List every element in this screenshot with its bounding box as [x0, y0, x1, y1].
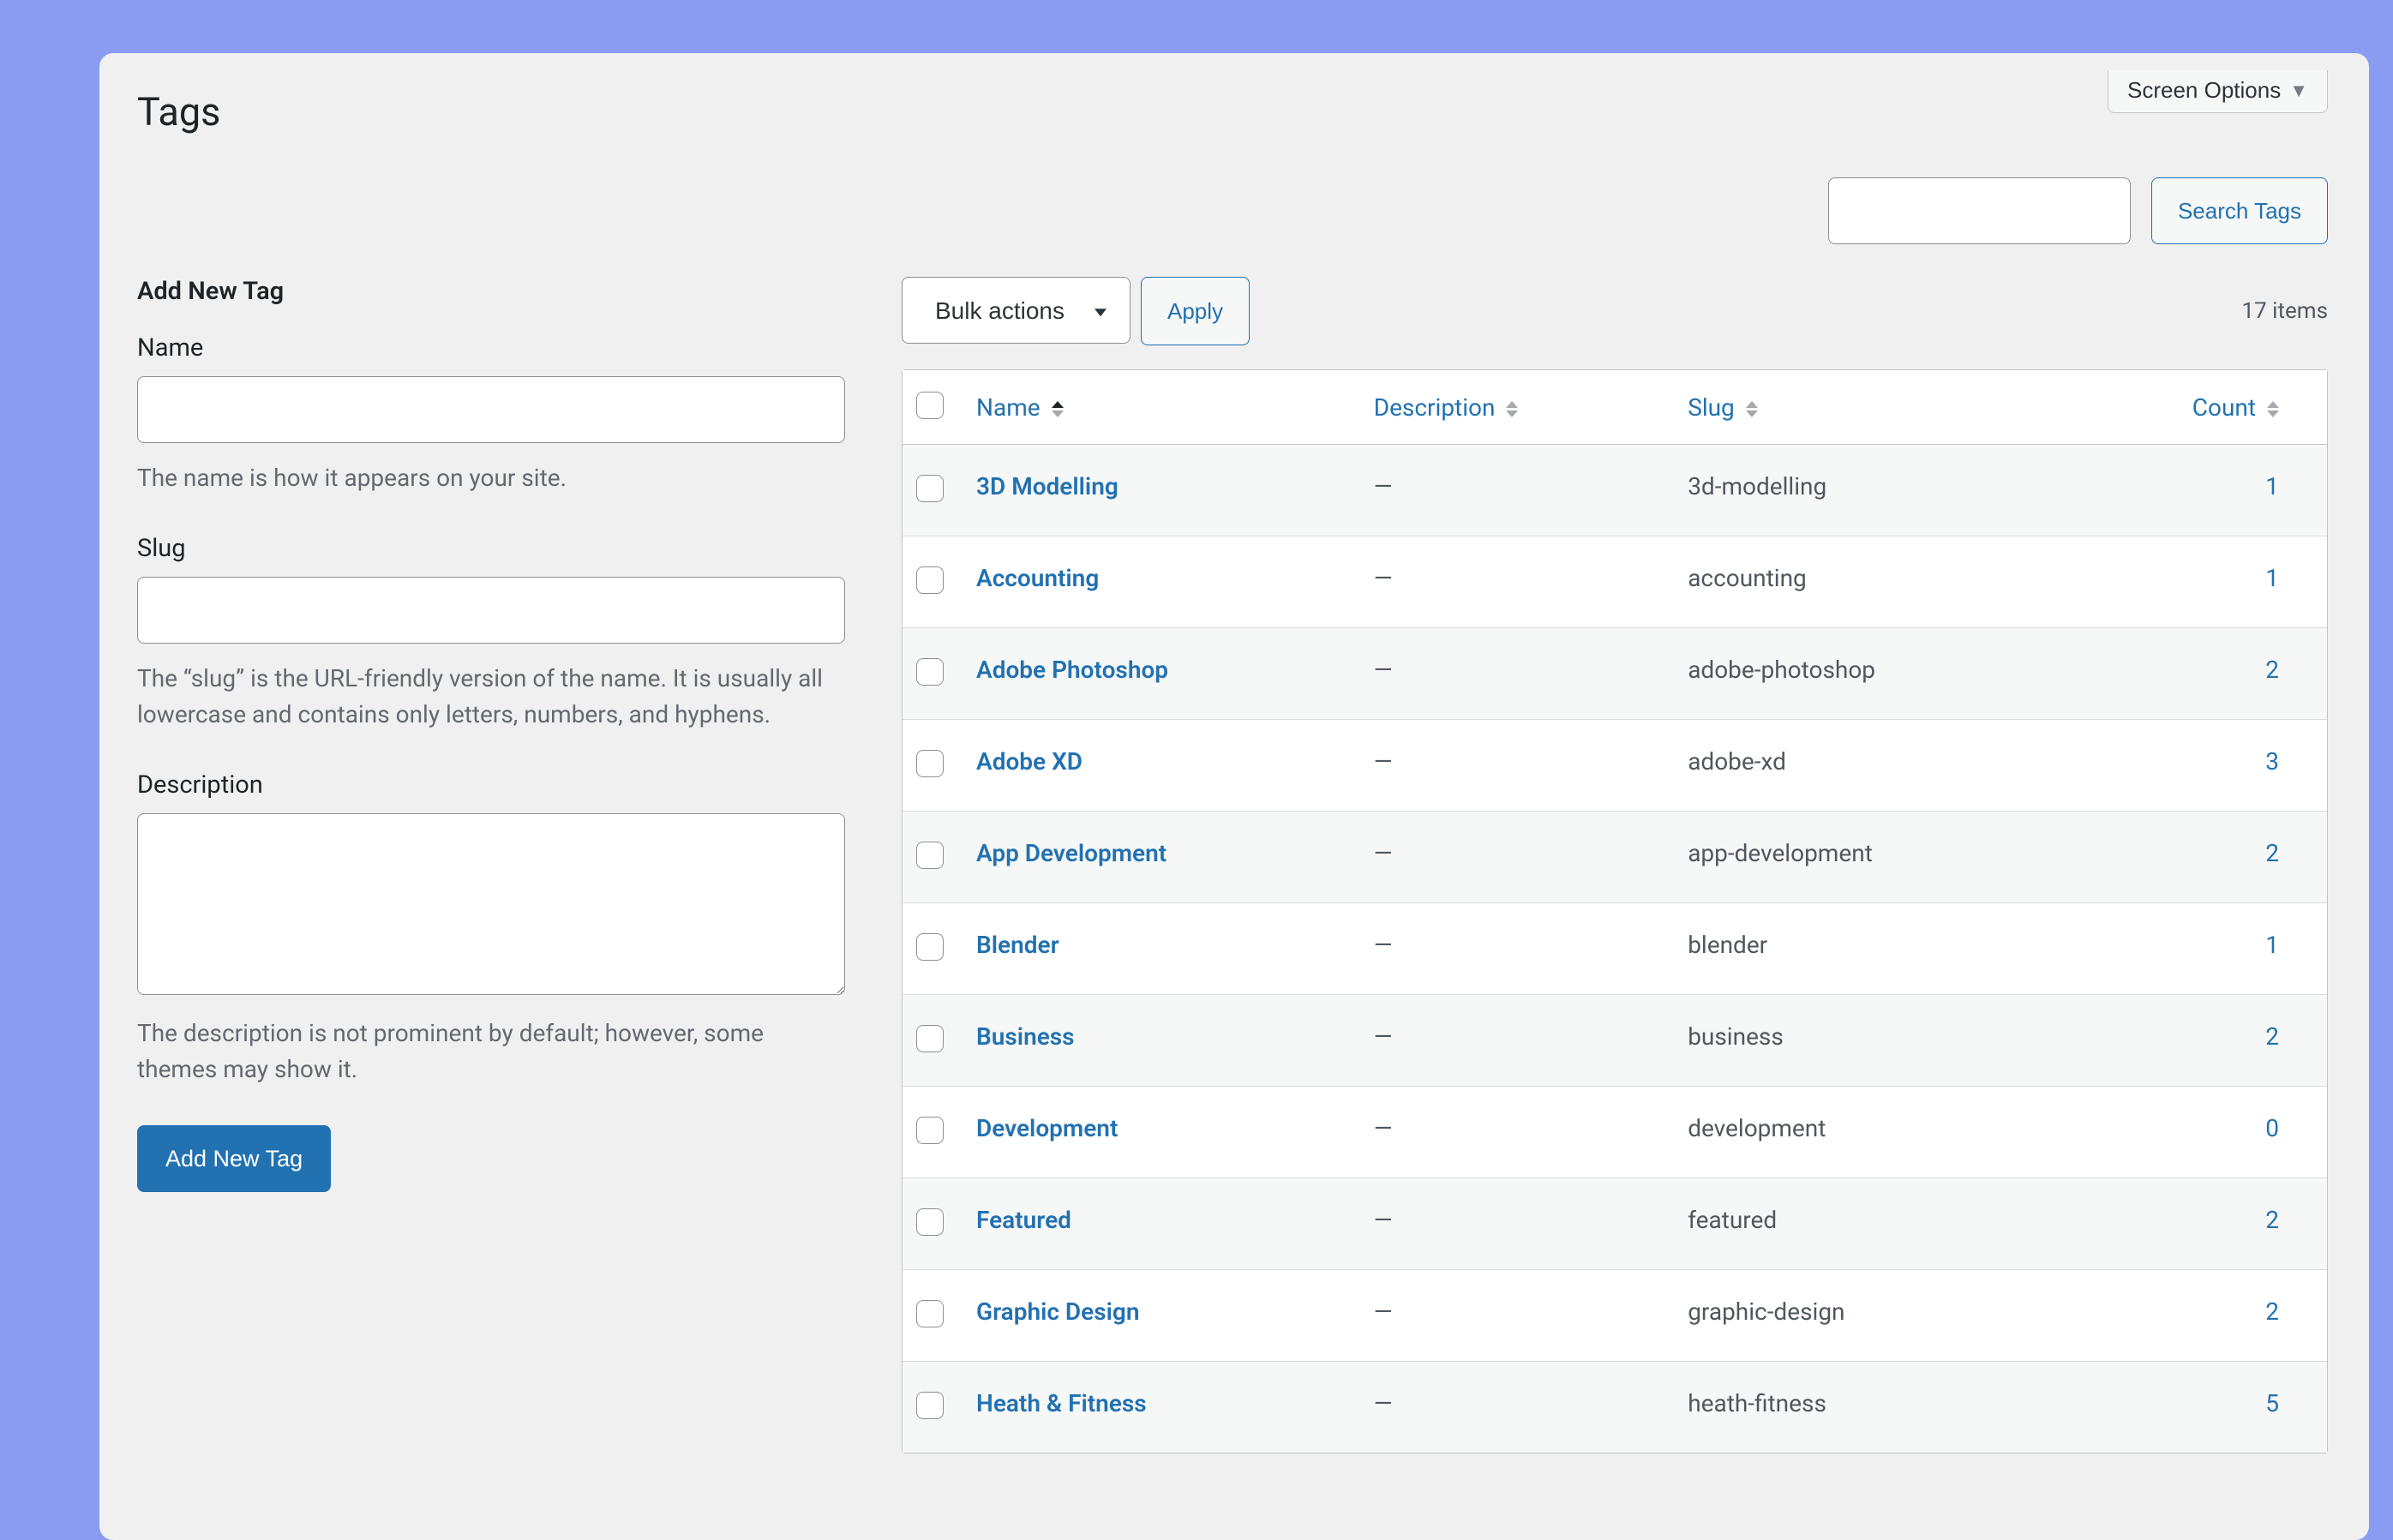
row-checkbox[interactable] — [916, 566, 944, 594]
row-description: — — [1374, 472, 1393, 500]
row-name-link[interactable]: Development — [976, 1114, 1118, 1142]
screen-options-label: Screen Options — [2127, 77, 2281, 104]
row-checkbox[interactable] — [916, 1392, 944, 1419]
table-row: Heath & Fitness — heath-fitness 5 — [903, 1361, 2327, 1453]
table-row: Blender — blender 1 — [903, 902, 2327, 994]
row-count-link[interactable]: 2 — [2265, 1297, 2279, 1326]
row-count-link[interactable]: 0 — [2265, 1114, 2279, 1142]
row-slug: graphic-design — [1688, 1297, 1844, 1326]
row-description: — — [1374, 747, 1393, 776]
row-checkbox[interactable] — [916, 1025, 944, 1052]
row-name-link[interactable]: App Development — [976, 839, 1167, 867]
item-count: 17 items — [2241, 298, 2328, 324]
name-hint: The name is how it appears on your site. — [137, 460, 845, 496]
row-checkbox[interactable] — [916, 1300, 944, 1327]
table-row: Accounting — accounting 1 — [903, 536, 2327, 627]
table-row: Business — business 2 — [903, 994, 2327, 1086]
description-hint: The description is not prominent by defa… — [137, 1016, 845, 1088]
row-description: — — [1374, 656, 1393, 684]
search-tags-button[interactable]: Search Tags — [2151, 177, 2328, 244]
row-name-link[interactable]: Graphic Design — [976, 1297, 1139, 1326]
slug-input[interactable] — [137, 577, 845, 644]
row-description: — — [1374, 839, 1393, 867]
page-title: Tags — [137, 89, 220, 135]
search-input[interactable] — [1828, 177, 2131, 244]
sort-indicator-icon — [1052, 401, 1064, 417]
row-description: — — [1374, 1206, 1393, 1234]
row-slug: accounting — [1688, 564, 1807, 592]
row-checkbox[interactable] — [916, 933, 944, 961]
row-description: — — [1374, 931, 1393, 959]
sort-indicator-icon — [1746, 401, 1758, 417]
add-new-tag-heading: Add New Tag — [137, 277, 845, 306]
row-checkbox[interactable] — [916, 842, 944, 869]
col-description-header[interactable]: Description — [1357, 370, 1671, 445]
bulk-actions-select[interactable]: Bulk actions — [902, 277, 1131, 344]
row-name-link[interactable]: 3D Modelling — [976, 472, 1119, 500]
col-count-header[interactable]: Count — [2060, 370, 2327, 445]
row-name-link[interactable]: Business — [976, 1022, 1075, 1051]
row-description: — — [1374, 1297, 1393, 1326]
sort-indicator-icon — [2267, 401, 2279, 417]
table-row: Adobe Photoshop — adobe-photoshop 2 — [903, 627, 2327, 719]
table-row: 3D Modelling — 3d-modelling 1 — [903, 445, 2327, 536]
row-slug: adobe-xd — [1688, 747, 1786, 776]
row-slug: business — [1688, 1022, 1784, 1051]
row-description: — — [1374, 564, 1393, 592]
description-input[interactable] — [137, 813, 845, 995]
table-row: Graphic Design — graphic-design 2 — [903, 1269, 2327, 1361]
description-label: Description — [137, 770, 845, 800]
row-count-link[interactable]: 5 — [2265, 1389, 2279, 1417]
row-description: — — [1374, 1389, 1393, 1417]
row-slug: heath-fitness — [1688, 1389, 1826, 1417]
row-name-link[interactable]: Adobe XD — [976, 747, 1083, 776]
select-all-checkbox[interactable] — [916, 392, 944, 419]
row-count-link[interactable]: 3 — [2265, 747, 2279, 776]
table-row: App Development — app-development 2 — [903, 811, 2327, 902]
table-row: Adobe XD — adobe-xd 3 — [903, 719, 2327, 811]
row-name-link[interactable]: Featured — [976, 1206, 1071, 1234]
row-description: — — [1374, 1022, 1393, 1051]
tags-table: Name Description Slug Count — [902, 369, 2328, 1453]
row-checkbox[interactable] — [916, 1117, 944, 1144]
row-checkbox[interactable] — [916, 1208, 944, 1236]
row-description: — — [1374, 1114, 1393, 1142]
row-slug: development — [1688, 1114, 1826, 1142]
row-count-link[interactable]: 2 — [2265, 656, 2279, 684]
row-name-link[interactable]: Accounting — [976, 564, 1099, 592]
sort-indicator-icon — [1506, 401, 1518, 417]
apply-button[interactable]: Apply — [1141, 277, 1250, 345]
col-slug-header[interactable]: Slug — [1670, 370, 2060, 445]
row-name-link[interactable]: Blender — [976, 931, 1059, 959]
row-count-link[interactable]: 1 — [2265, 472, 2279, 500]
row-checkbox[interactable] — [916, 475, 944, 502]
name-label: Name — [137, 333, 845, 363]
caret-down-icon: ▼ — [2289, 80, 2308, 102]
row-slug: app-development — [1688, 839, 1873, 867]
row-name-link[interactable]: Adobe Photoshop — [976, 656, 1168, 684]
row-count-link[interactable]: 2 — [2265, 1022, 2279, 1051]
col-name-header[interactable]: Name — [959, 370, 1357, 445]
row-slug: 3d-modelling — [1688, 472, 1826, 500]
row-slug: featured — [1688, 1206, 1777, 1234]
row-checkbox[interactable] — [916, 658, 944, 686]
row-count-link[interactable]: 1 — [2265, 564, 2279, 592]
row-name-link[interactable]: Heath & Fitness — [976, 1389, 1147, 1417]
screen-options-toggle[interactable]: Screen Options ▼ — [2108, 70, 2328, 113]
table-row: Development — development 0 — [903, 1086, 2327, 1177]
row-count-link[interactable]: 2 — [2265, 839, 2279, 867]
row-count-link[interactable]: 2 — [2265, 1206, 2279, 1234]
add-new-tag-button[interactable]: Add New Tag — [137, 1125, 331, 1192]
slug-label: Slug — [137, 534, 845, 563]
slug-hint: The “slug” is the URL-friendly version o… — [137, 661, 845, 733]
row-slug: adobe-photoshop — [1688, 656, 1875, 684]
name-input[interactable] — [137, 376, 845, 443]
table-row: Featured — featured 2 — [903, 1177, 2327, 1269]
row-count-link[interactable]: 1 — [2265, 931, 2279, 959]
row-slug: blender — [1688, 931, 1767, 959]
row-checkbox[interactable] — [916, 750, 944, 777]
